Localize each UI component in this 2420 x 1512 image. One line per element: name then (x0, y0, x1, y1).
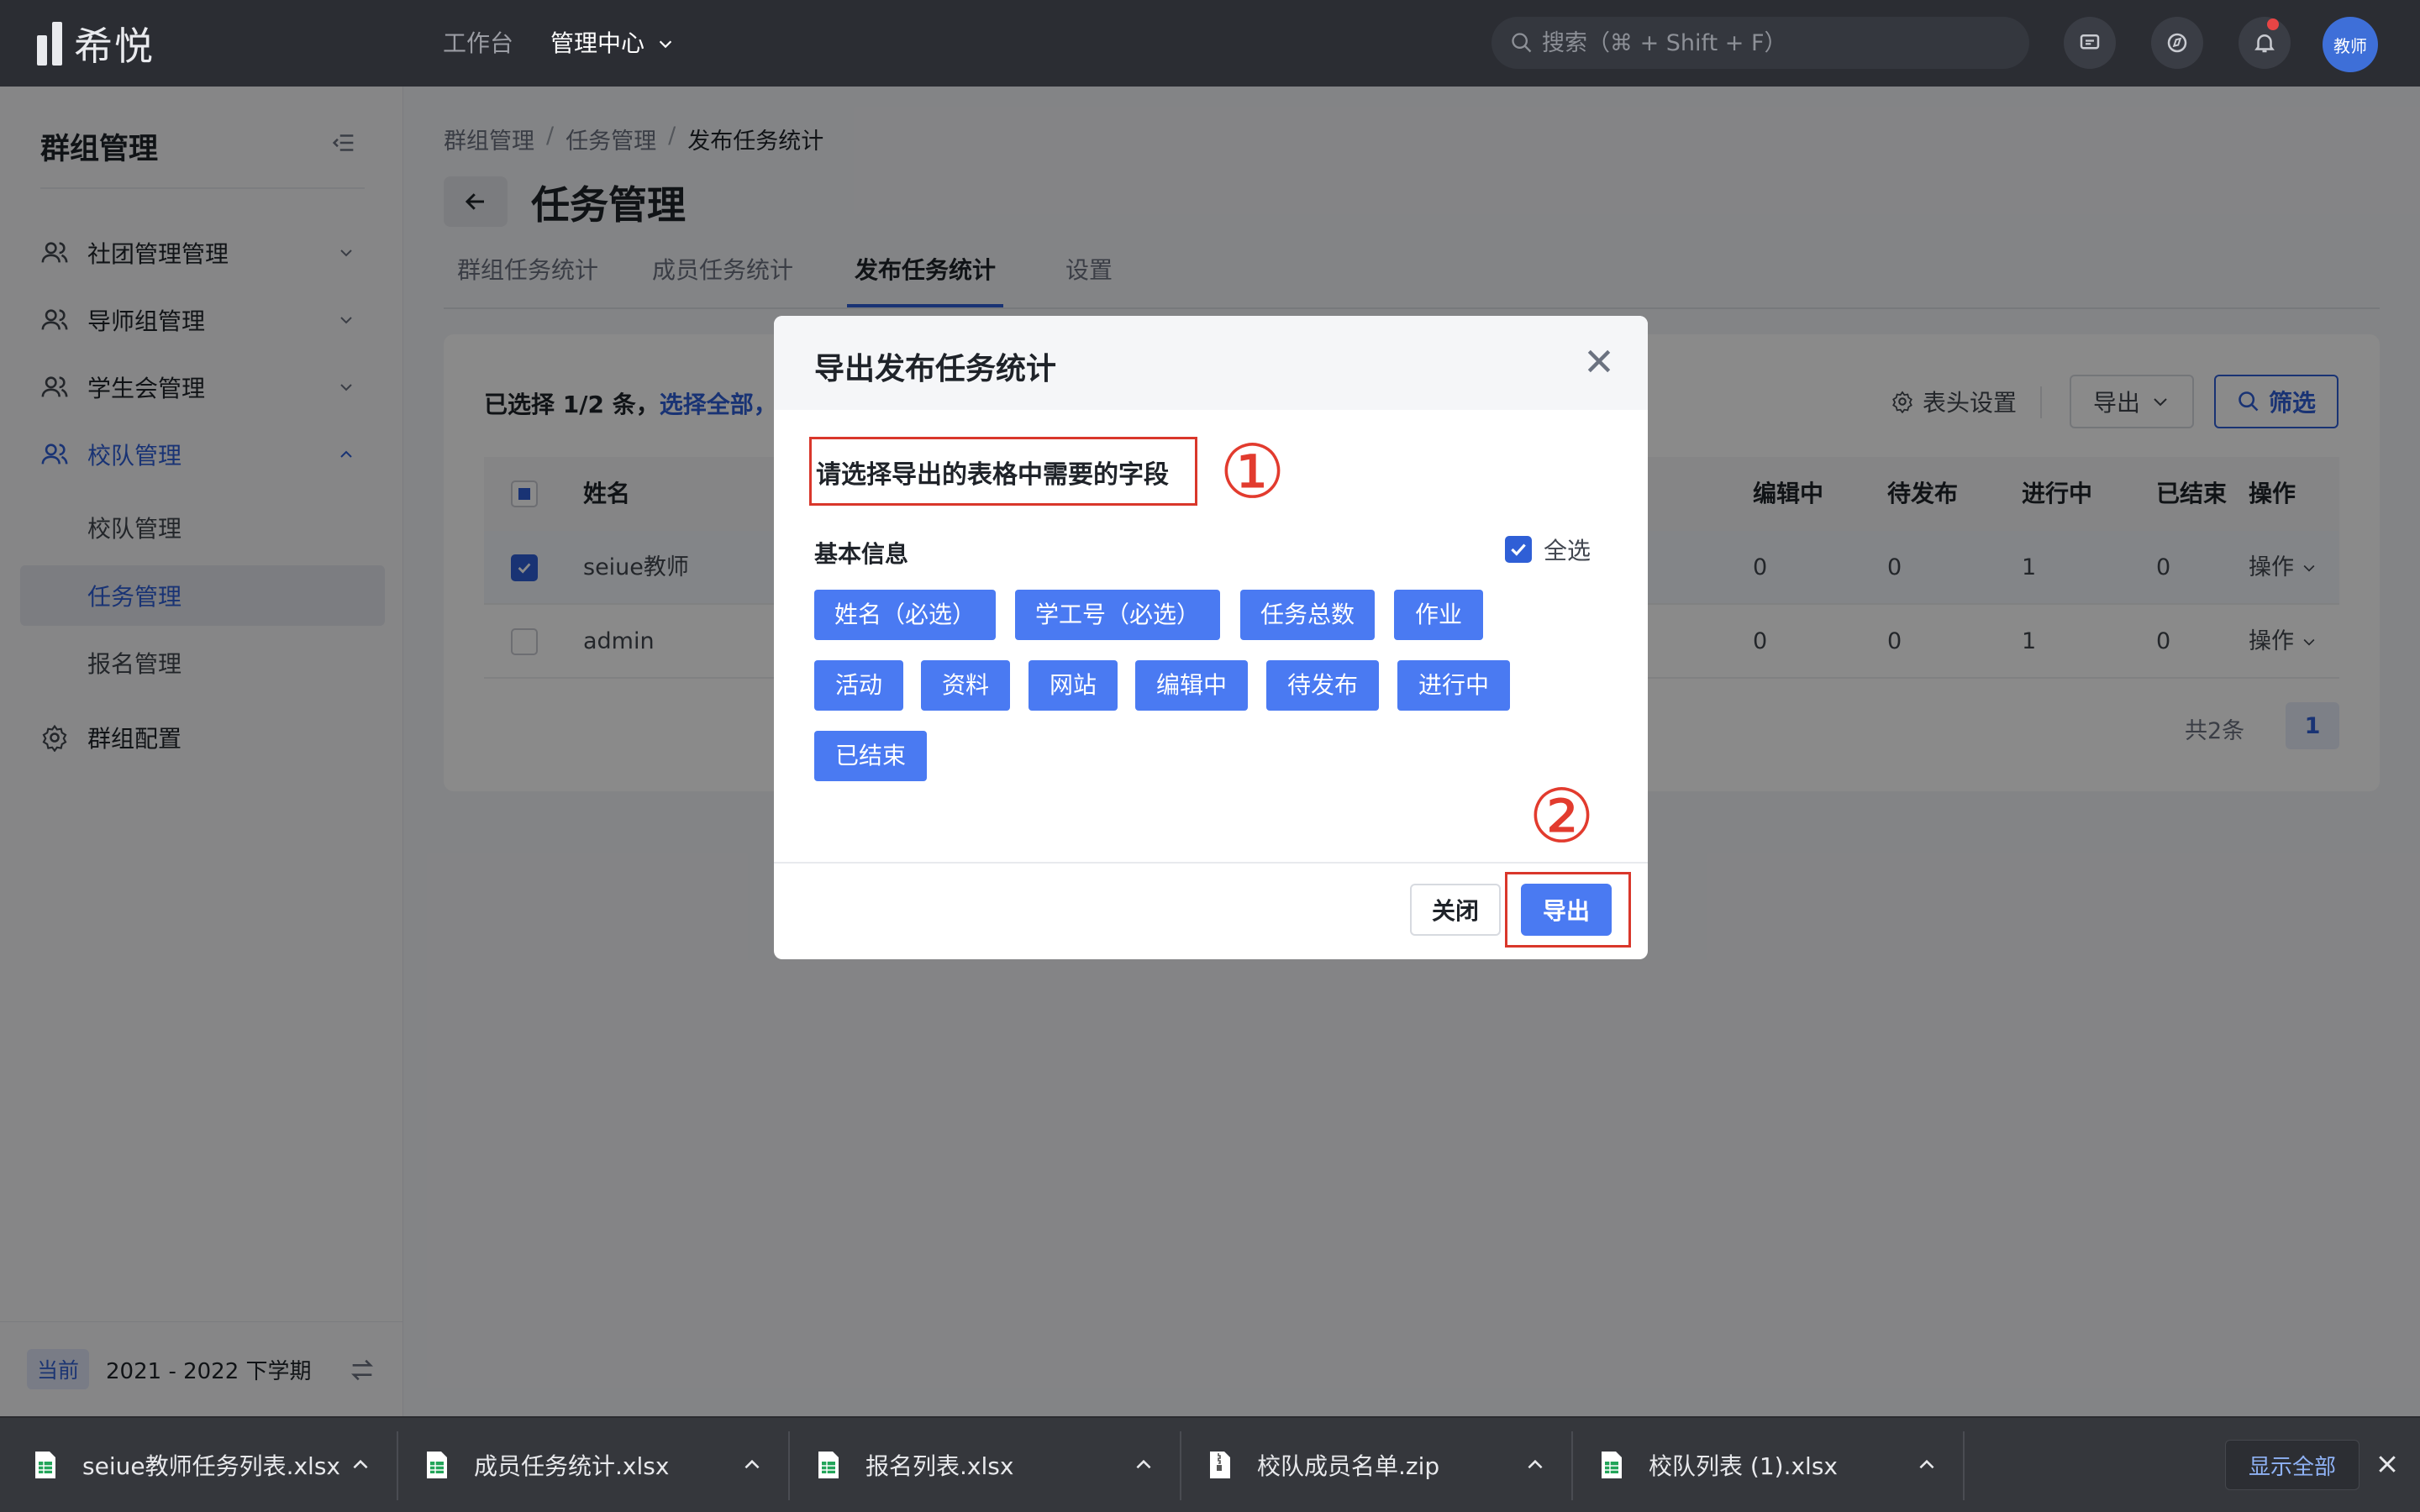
top-nav: 工作台 管理中心 (443, 25, 675, 62)
zip-file-icon (1210, 1452, 1230, 1478)
download-divider (1571, 1431, 1573, 1500)
modal-export-button[interactable]: 导出 (1521, 884, 1612, 936)
modal-close-button[interactable]: 关闭 (1410, 884, 1501, 936)
modal-header: 导出发布任务统计 (774, 316, 1648, 410)
show-all-downloads-button[interactable]: 显示全部 (2225, 1440, 2360, 1490)
download-divider (1963, 1431, 1965, 1500)
chevron-up-icon[interactable] (350, 1454, 371, 1476)
search-input[interactable] (1542, 29, 2012, 56)
spreadsheet-file-icon (1602, 1452, 1622, 1478)
select-all-fields-checkbox[interactable]: 全选 (1505, 533, 1591, 566)
nav-workbench-label: 工作台 (443, 29, 514, 57)
modal-footer-divider (774, 862, 1648, 864)
download-filename: 校队成员名单.zip (1257, 1452, 1440, 1480)
modal-prompt: 请选择导出的表格中需要的字段 (816, 460, 1169, 490)
download-filename: 成员任务统计.xlsx (474, 1452, 670, 1480)
chevron-up-icon[interactable] (741, 1454, 763, 1476)
nav-admin-center-label: 管理中心 (550, 29, 645, 57)
logo-text: 希悦 (74, 24, 155, 69)
spreadsheet-file-icon (427, 1452, 447, 1478)
compass-icon (2167, 33, 2187, 53)
field-tag-ongoing[interactable]: 进行中 (1397, 660, 1510, 711)
step-marker-2: ② (1528, 773, 1595, 859)
export-modal: 导出发布任务统计 请选择导出的表格中需要的字段 ① ② 基本信息 全选 姓名（必… (774, 316, 1648, 959)
spreadsheet-file-icon (35, 1452, 55, 1478)
field-tag-pending[interactable]: 待发布 (1266, 660, 1379, 711)
download-divider (1180, 1431, 1181, 1500)
field-tag-task-total[interactable]: 任务总数 (1240, 590, 1375, 640)
close-icon[interactable] (1582, 344, 1616, 378)
field-tag-editing[interactable]: 编辑中 (1135, 660, 1248, 711)
spreadsheet-file-icon (818, 1452, 839, 1478)
user-avatar[interactable]: 教师 (2323, 17, 2378, 72)
check-icon (1511, 543, 1526, 556)
apps-button[interactable] (2151, 17, 2203, 69)
download-filename: seiue教师任务列表.xlsx (82, 1452, 340, 1480)
chevron-up-icon[interactable] (1524, 1454, 1546, 1476)
download-bar: seiue教师任务列表.xlsx 成员任务统计.xlsx 报名列表.xlsx 校… (0, 1416, 2420, 1512)
section-title: 基本信息 (814, 540, 909, 568)
step-marker-1: ① (1219, 428, 1286, 515)
bell-icon (2254, 34, 2275, 53)
close-icon[interactable] (2375, 1452, 2400, 1477)
select-all-label: 全选 (1544, 537, 1591, 564)
field-tag-activity[interactable]: 活动 (814, 660, 903, 711)
notifications-button[interactable] (2238, 17, 2291, 69)
app-logo[interactable]: 希悦 (37, 18, 155, 69)
messages-button[interactable] (2064, 17, 2116, 69)
field-tag-student-id[interactable]: 学工号（必选） (1015, 590, 1220, 640)
field-tag-homework[interactable]: 作业 (1394, 590, 1483, 640)
download-divider (397, 1431, 398, 1500)
logo-mark-icon (37, 22, 62, 66)
notification-dot (2267, 18, 2279, 30)
download-filename: 报名列表.xlsx (865, 1452, 1014, 1480)
nav-workbench[interactable]: 工作台 (443, 25, 513, 62)
message-icon (2080, 34, 2100, 50)
field-tag-material[interactable]: 资料 (921, 660, 1010, 711)
nav-admin-center[interactable]: 管理中心 (550, 25, 675, 62)
chevron-up-icon[interactable] (1916, 1454, 1938, 1476)
field-tag-ended[interactable]: 已结束 (814, 731, 927, 781)
download-item[interactable]: seiue教师任务列表.xlsx (34, 1418, 387, 1512)
chevron-down-icon (659, 40, 672, 49)
download-divider (788, 1431, 790, 1500)
global-search[interactable] (1491, 17, 2029, 69)
download-item[interactable]: 校队列表 (1).xlsx (1600, 1418, 1953, 1512)
search-icon (1512, 33, 1532, 53)
top-bar: 希悦 工作台 管理中心 教师 (0, 0, 2420, 87)
field-tag-name[interactable]: 姓名（必选） (814, 590, 996, 640)
download-item[interactable]: 校队成员名单.zip (1208, 1418, 1561, 1512)
chevron-up-icon[interactable] (1133, 1454, 1155, 1476)
download-item[interactable]: 报名列表.xlsx (817, 1418, 1170, 1512)
download-filename: 校队列表 (1).xlsx (1649, 1452, 1838, 1480)
checkbox-checked (1505, 536, 1532, 563)
modal-title: 导出发布任务统计 (814, 352, 1057, 386)
download-item[interactable]: 成员任务统计.xlsx (425, 1418, 778, 1512)
field-tag-website[interactable]: 网站 (1028, 660, 1118, 711)
